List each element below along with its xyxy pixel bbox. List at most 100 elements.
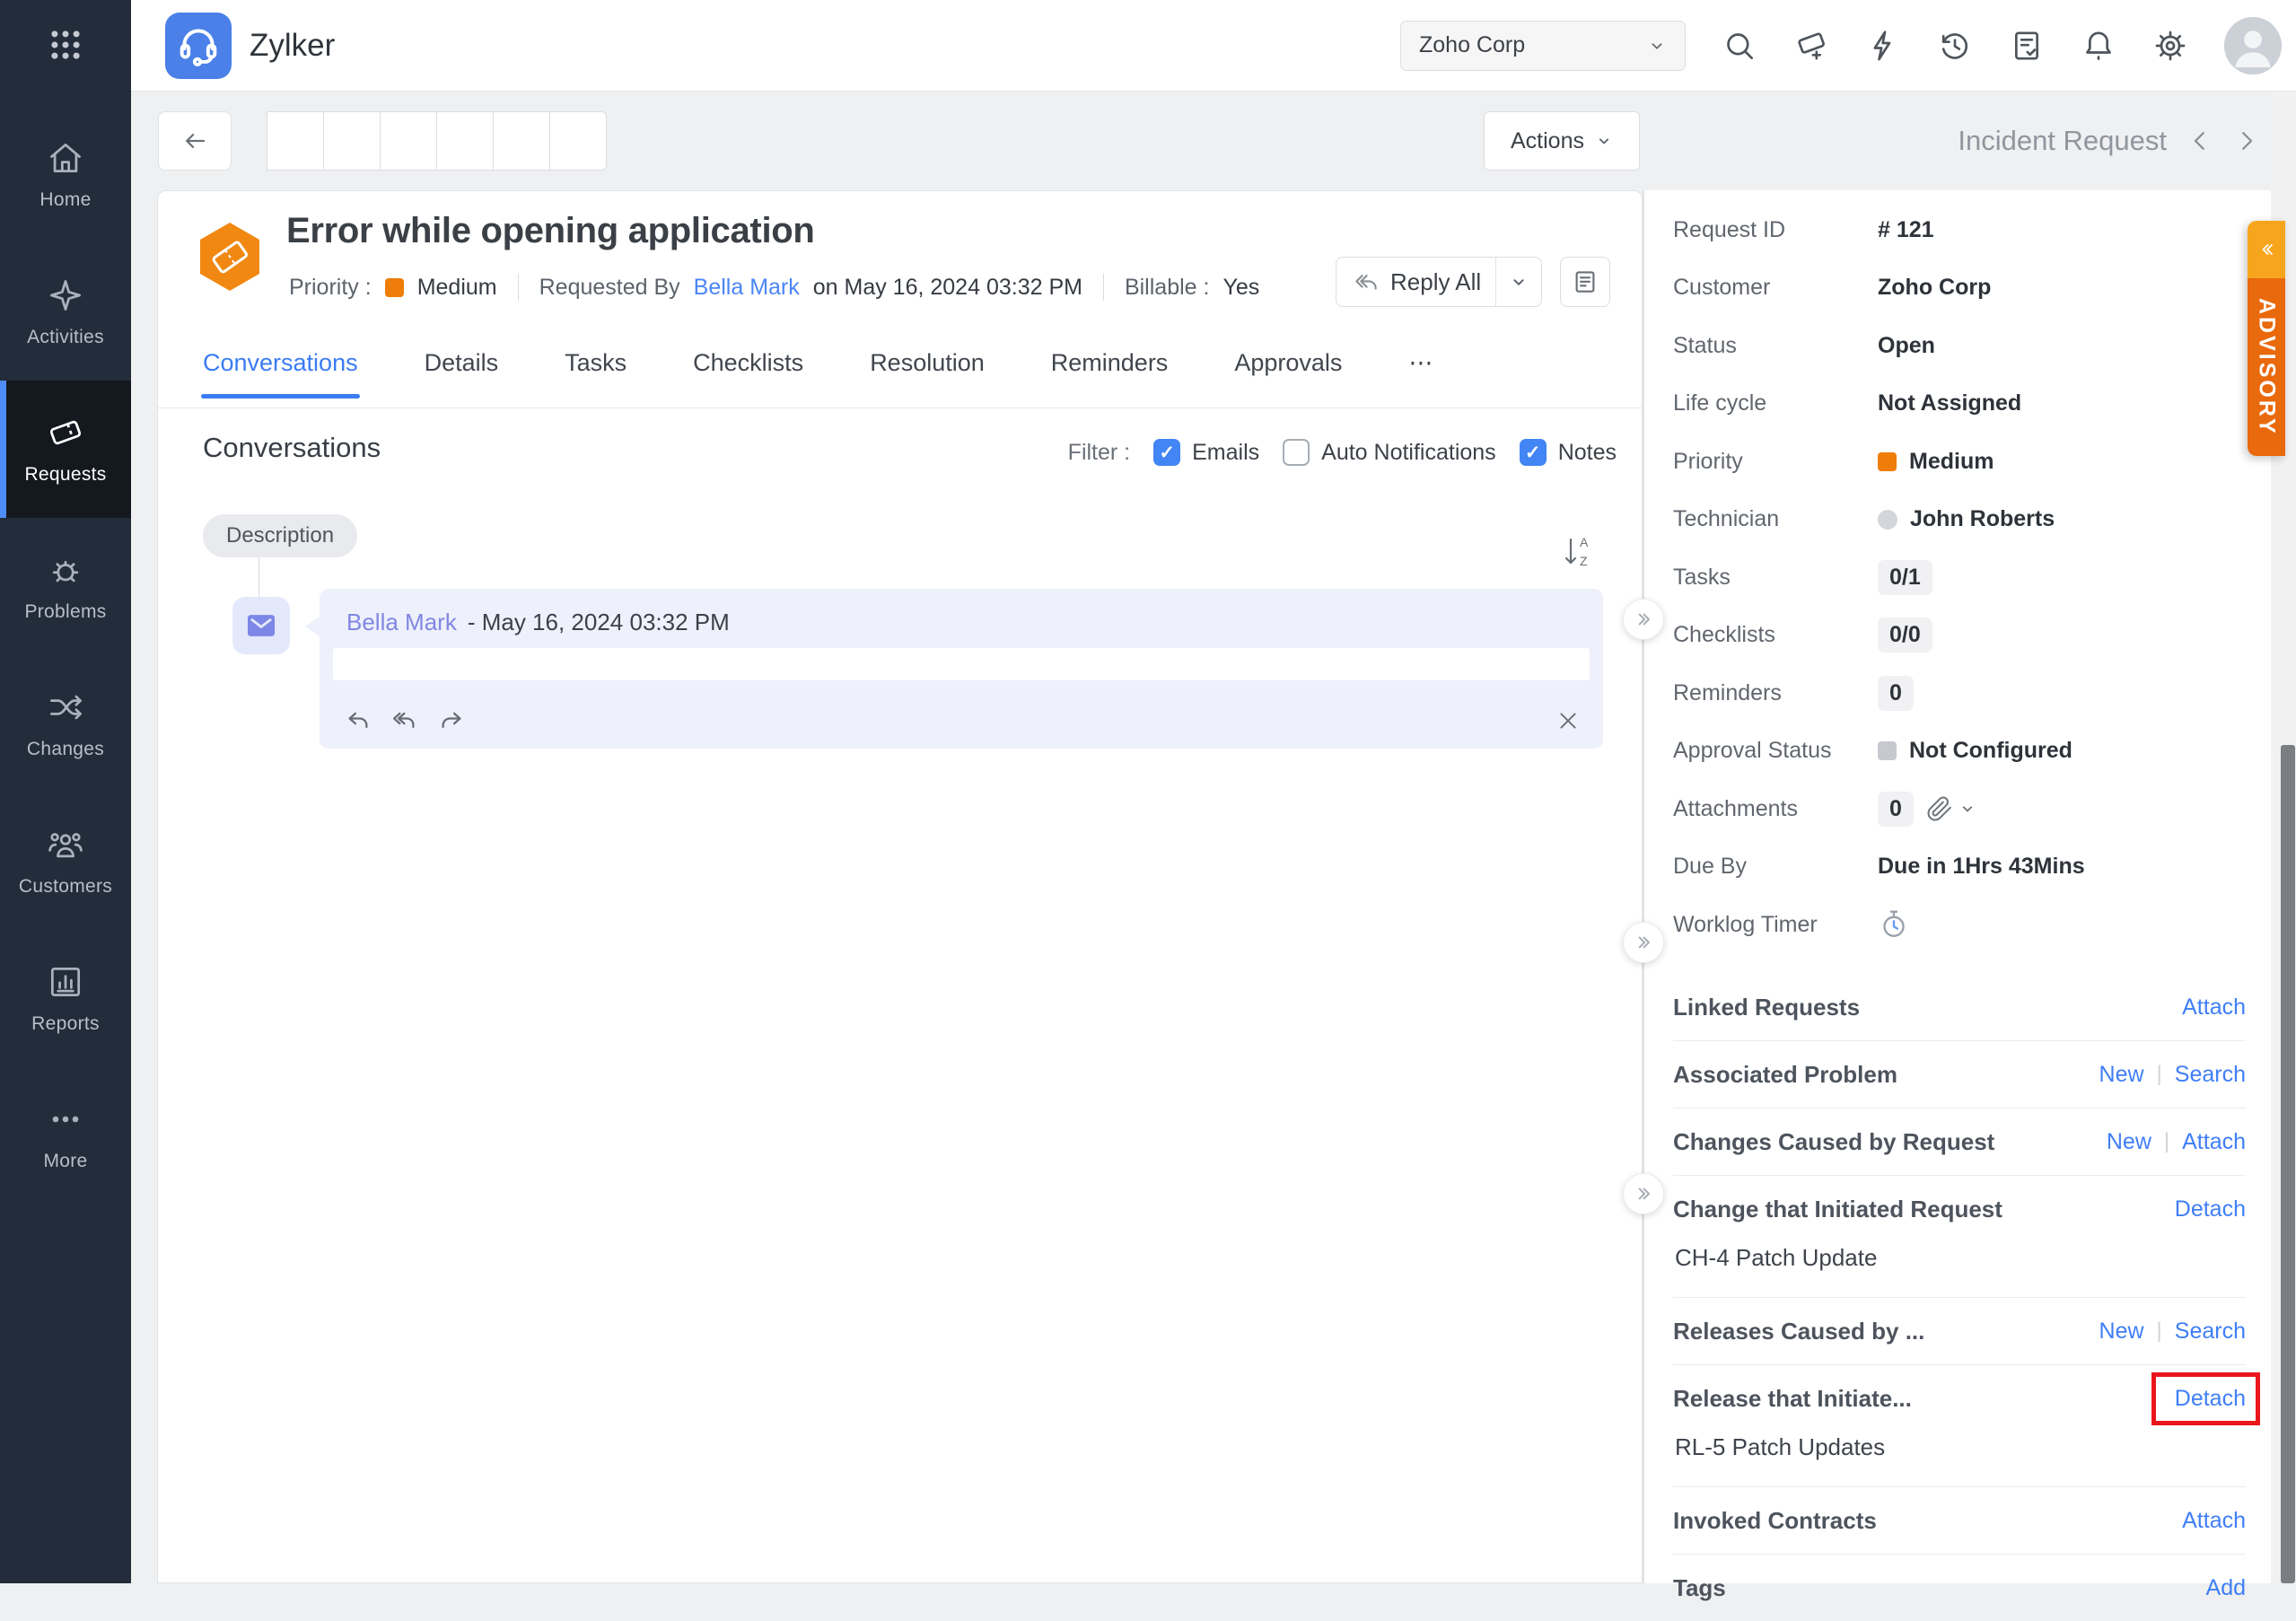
tab-checklists[interactable]: Checklists: [693, 349, 803, 399]
tab-details[interactable]: Details: [425, 349, 499, 399]
sidebar-nav: Home Activities Requests Problems Change…: [0, 106, 131, 1205]
survey-icon[interactable]: [2009, 28, 2045, 64]
sidebar-item-activities[interactable]: Activities: [0, 243, 131, 381]
arrow-left-icon: [186, 134, 206, 148]
search-link[interactable]: Search: [2175, 1319, 2246, 1345]
back-button[interactable]: [158, 111, 232, 171]
detach-link[interactable]: Detach: [2151, 1371, 2261, 1425]
panel-collapse-handle[interactable]: [1623, 922, 1664, 963]
pickup-button[interactable]: [436, 111, 494, 171]
new-ticket-icon[interactable]: [1793, 28, 1829, 64]
tab-conversations[interactable]: Conversations: [201, 349, 360, 399]
billable-value: Yes: [1222, 274, 1260, 300]
print-button[interactable]: [549, 111, 607, 171]
detach-link[interactable]: Detach: [2175, 1196, 2246, 1222]
link-separator: |: [2163, 1129, 2170, 1153]
reply-icon[interactable]: [345, 707, 372, 734]
headset-icon: [180, 28, 217, 66]
scrollbar-thumb[interactable]: [2281, 745, 2295, 1583]
reply-all-icon[interactable]: [391, 707, 418, 734]
detail-field-row: Status Open: [1673, 332, 1935, 358]
filter-auto-notifications[interactable]: Auto Notifications: [1283, 439, 1496, 466]
advisory-label: ADVISORY: [2248, 278, 2285, 456]
sidebar-item-home[interactable]: Home: [0, 106, 131, 243]
reply-all-button[interactable]: Reply All: [1336, 257, 1543, 307]
linked-record[interactable]: CH-4 Patch Update: [1673, 1242, 2246, 1297]
checkbox[interactable]: [1153, 439, 1181, 466]
forward-icon[interactable]: [438, 707, 465, 734]
sidebar-item-problems[interactable]: Problems: [0, 518, 131, 655]
sidebar-item-more[interactable]: More: [0, 1067, 131, 1205]
tab-reminders[interactable]: Reminders: [1051, 349, 1169, 399]
detail-field-row: Due By Due in 1Hrs 43Mins: [1673, 854, 2085, 880]
next-record-button[interactable]: [2233, 127, 2260, 154]
conversation-message-card[interactable]: Bella Mark - May 16, 2024 03:32 PM: [320, 589, 1603, 749]
history-icon[interactable]: [1937, 28, 1973, 64]
tab-approvals[interactable]: Approvals: [1234, 349, 1342, 399]
filter-notes[interactable]: Notes: [1519, 439, 1617, 466]
checkbox[interactable]: [1283, 439, 1310, 466]
new-link[interactable]: New: [2107, 1129, 2151, 1155]
detail-field-row: Worklog Timer: [1673, 896, 2246, 954]
message-author-link[interactable]: Bella Mark: [346, 609, 457, 636]
attach-link[interactable]: Attach: [2182, 1129, 2246, 1155]
field-action[interactable]: [1878, 908, 1910, 941]
request-properties-panel: Request ID # 121 Customer Zoho Corp Stat…: [1644, 190, 2271, 1601]
section-releases-caused-by: Releases Caused by ... New | Search: [1673, 1298, 2246, 1365]
panel-collapse-handle[interactable]: [1623, 1173, 1664, 1214]
add-note-button[interactable]: [1560, 257, 1611, 307]
customers-icon: [46, 825, 85, 864]
home-icon: [46, 138, 85, 178]
new-link[interactable]: New: [2099, 1062, 2144, 1088]
sidebar-item-reports[interactable]: Reports: [0, 930, 131, 1067]
org-selector[interactable]: Zoho Corp: [1400, 20, 1686, 71]
advisory-collapse-button[interactable]: [2248, 221, 2285, 278]
gear-icon[interactable]: [2152, 28, 2188, 64]
search-icon[interactable]: [1722, 28, 1757, 64]
sidebar-item-requests[interactable]: Requests: [0, 381, 131, 518]
sidebar-item-customers[interactable]: Customers: [0, 793, 131, 930]
edit-button[interactable]: [267, 111, 324, 171]
panel-collapse-handle[interactable]: [1623, 599, 1664, 640]
close-button[interactable]: [323, 111, 381, 171]
app-logo[interactable]: [165, 12, 232, 79]
previous-record-button[interactable]: [2186, 127, 2213, 154]
note-icon: [1575, 271, 1595, 293]
filter-emails[interactable]: Emails: [1153, 439, 1259, 466]
reply-options-dropdown[interactable]: [1496, 272, 1541, 292]
tab-resolution[interactable]: Resolution: [870, 349, 985, 399]
tab-more[interactable]: ⋯: [1408, 349, 1433, 399]
detail-fields: Request ID # 121 Customer Zoho Corp Stat…: [1673, 201, 2246, 954]
user-avatar[interactable]: [2224, 16, 2282, 74]
app-sidebar: Home Activities Requests Problems Change…: [0, 0, 131, 1583]
advisory-tab[interactable]: ADVISORY: [2248, 221, 2285, 456]
sidebar-item-changes[interactable]: Changes: [0, 655, 131, 793]
bell-icon[interactable]: [2081, 28, 2116, 64]
attach-link[interactable]: Attach: [2182, 1508, 2246, 1534]
tab-tasks[interactable]: Tasks: [565, 349, 627, 399]
requester-link[interactable]: Bella Mark: [694, 275, 800, 301]
email-conversation-icon: [232, 597, 290, 654]
status-indicator: [1878, 509, 1897, 530]
cancel-button[interactable]: [380, 111, 437, 171]
search-link[interactable]: Search: [2175, 1062, 2246, 1088]
app-grid-icon[interactable]: [46, 25, 85, 65]
actions-button[interactable]: Actions: [1484, 111, 1640, 171]
attach-link[interactable]: Attach: [2182, 995, 2246, 1021]
sort-az-icon[interactable]: AZ: [1557, 532, 1597, 572]
add-link[interactable]: Add: [2206, 1575, 2246, 1601]
assign-button[interactable]: [493, 111, 550, 171]
detail-field-row: Request ID # 121: [1673, 216, 1934, 242]
checkbox[interactable]: [1519, 439, 1547, 466]
new-link[interactable]: New: [2099, 1319, 2144, 1345]
problems-icon: [46, 550, 85, 590]
section-invoked-contracts: Invoked Contracts Attach: [1673, 1487, 2246, 1555]
close-message-icon[interactable]: [1556, 709, 1580, 732]
linked-record[interactable]: RL-5 Patch Updates: [1673, 1432, 2246, 1486]
conversations-heading: Conversations: [203, 432, 381, 463]
request-detail-card: Error while opening application Priority…: [157, 190, 1643, 1583]
lightning-icon[interactable]: [1865, 28, 1901, 64]
section-linked-requests: Linked Requests Attach: [1673, 974, 2246, 1041]
field-action[interactable]: [1926, 795, 1976, 822]
description-chip[interactable]: Description: [203, 514, 358, 557]
